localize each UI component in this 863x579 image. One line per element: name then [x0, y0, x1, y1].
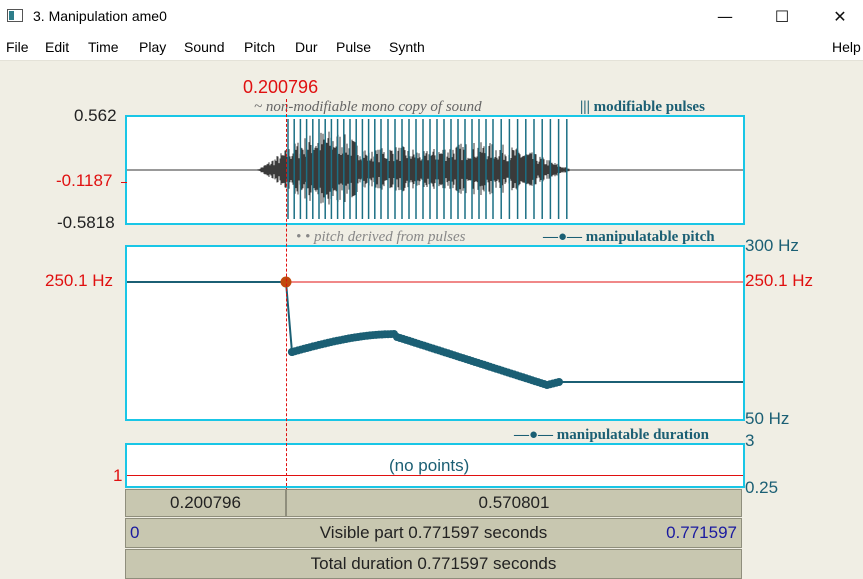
sound-y-min-label: -0.5818 — [57, 213, 115, 232]
title-bar: 3. Manipulation ame0 — ☐ ✕ — [0, 0, 863, 33]
duration-top-label: 3 — [745, 431, 755, 450]
menu-play[interactable]: Play — [139, 39, 166, 55]
menu-pitch[interactable]: Pitch — [244, 39, 275, 55]
pitch-panel[interactable] — [125, 245, 745, 421]
waveform — [127, 131, 743, 205]
sound-panel[interactable] — [125, 115, 745, 225]
duration-bottom-label: 0.25 — [745, 478, 779, 497]
window-title: 3. Manipulation ame0 — [33, 8, 167, 24]
pulses-legend: ||| modifiable pulses — [580, 99, 705, 115]
total-duration-bar[interactable]: Total duration 0.771597 seconds — [125, 549, 742, 579]
close-button[interactable]: ✕ — [817, 0, 863, 33]
visible-part-bar[interactable]: 0 Visible part 0.771597 seconds 0.771597 — [125, 518, 742, 548]
menu-file[interactable]: File — [6, 39, 29, 55]
selection-right-bar[interactable]: 0.570801 — [286, 489, 742, 517]
menu-help[interactable]: Help — [832, 39, 861, 55]
menu-synth[interactable]: Synth — [389, 39, 425, 55]
duration-panel[interactable]: (no points) — [125, 443, 745, 488]
sound-cursor-tick — [121, 182, 127, 183]
sound-y-cursor-label: -0.1187 — [56, 171, 113, 190]
time-cursor-line — [286, 99, 287, 491]
pitch-contour-svg — [127, 276, 743, 389]
selection-left-bar[interactable]: 0.200796 — [125, 489, 286, 517]
pitch-cursor-left-label: 250.1 Hz — [45, 271, 114, 290]
maximize-button[interactable]: ☐ — [759, 0, 805, 33]
duration-one-label: 1 — [113, 466, 123, 485]
cursor-time-label: 0.200796 — [243, 77, 319, 97]
praat-app-icon — [7, 9, 23, 22]
menu-pulse[interactable]: Pulse — [336, 39, 371, 55]
pitch-contour — [127, 281, 743, 389]
pitch-top-label: 300 Hz — [745, 236, 799, 255]
visible-start-label: 0 — [130, 523, 140, 542]
pitch-cursor-right-label: 250.1 Hz — [745, 271, 814, 290]
pitch-bottom-label: 50 Hz — [745, 409, 790, 428]
menu-dur[interactable]: Dur — [295, 39, 318, 55]
sound-copy-legend: ~ non-modifiable mono copy of sound — [254, 99, 482, 115]
sound-y-max-label: 0.562 — [74, 106, 117, 125]
menu-sound[interactable]: Sound — [184, 39, 224, 55]
menu-edit[interactable]: Edit — [45, 39, 69, 55]
pitch-derived-legend: • • pitch derived from pulses — [296, 229, 466, 245]
minimize-button[interactable]: — — [702, 0, 748, 33]
manipulatable-pitch-legend: —●— manipulatable pitch — [543, 229, 715, 245]
no-points-text: (no points) — [389, 456, 470, 475]
visible-part-text: Visible part 0.771597 seconds — [319, 523, 548, 542]
visible-end-label: 0.771597 — [666, 523, 737, 542]
sound-waveform-svg — [127, 119, 743, 219]
manipulatable-duration-legend: —●— manipulatable duration — [514, 427, 709, 443]
menu-time[interactable]: Time — [88, 39, 119, 55]
menu-bar: File Edit Time Play Sound Pitch Dur Puls… — [0, 33, 863, 61]
